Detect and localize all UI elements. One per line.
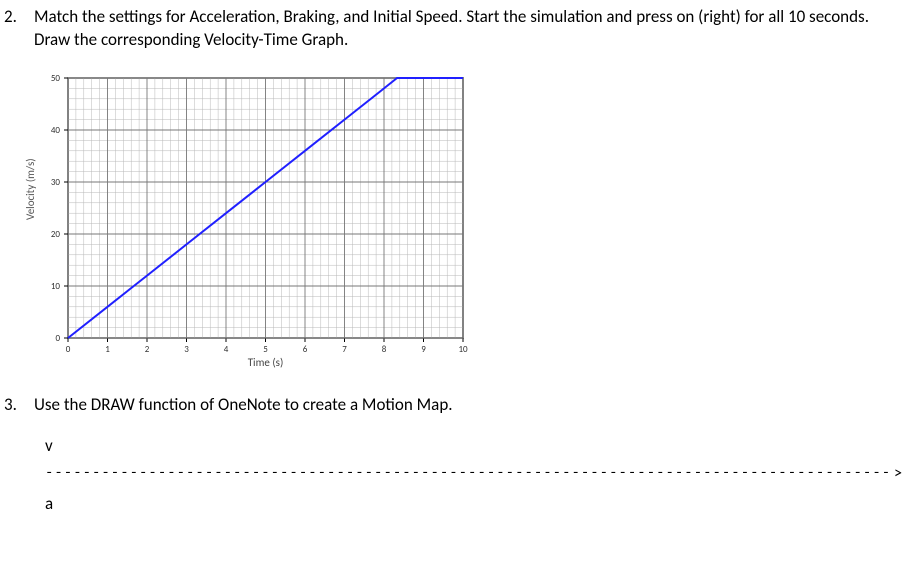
svg-text:10: 10	[51, 281, 61, 292]
svg-text:9: 9	[421, 344, 426, 355]
svg-text:1: 1	[105, 344, 110, 355]
svg-text:3: 3	[184, 344, 189, 355]
chart-svg: 0 1 2 3 4 5 6 7 8 9 10 0 10 20 30 40 50 Time (s)	[30, 70, 480, 380]
motion-map-arrow-line: ----------------------------------------…	[45, 464, 902, 483]
svg-text:40: 40	[51, 125, 61, 136]
svg-text:7: 7	[342, 344, 347, 355]
svg-text:0: 0	[66, 344, 71, 355]
motion-map: v --------------------------------------…	[45, 435, 902, 514]
q2-text: Match the settings for Acceleration, Bra…	[34, 6, 902, 52]
svg-text:2: 2	[145, 344, 150, 355]
svg-text:0: 0	[55, 333, 60, 344]
svg-text:30: 30	[51, 177, 61, 188]
svg-text:50: 50	[51, 73, 61, 84]
motion-map-v-label: v	[45, 435, 902, 456]
motion-map-a-label: a	[45, 493, 902, 514]
q2-number: 2.	[0, 6, 34, 27]
arrow-right-icon: >	[894, 464, 902, 483]
svg-text:5: 5	[263, 344, 268, 355]
velocity-time-chart: Velocity (m/s) 01234567891001020304050Ti…	[30, 70, 480, 380]
svg-text:20: 20	[51, 229, 61, 240]
svg-text:6: 6	[303, 344, 308, 355]
svg-text:8: 8	[382, 344, 387, 355]
chart-ylabel: Velocity (m/s)	[24, 158, 37, 220]
svg-text:10: 10	[458, 344, 468, 355]
q3-number: 3.	[0, 394, 34, 415]
svg-text:Time (s): Time (s)	[248, 356, 284, 369]
motion-map-dashes: ----------------------------------------…	[45, 465, 892, 481]
svg-text:4: 4	[224, 344, 229, 355]
q3-text: Use the DRAW function of OneNote to crea…	[34, 394, 902, 417]
